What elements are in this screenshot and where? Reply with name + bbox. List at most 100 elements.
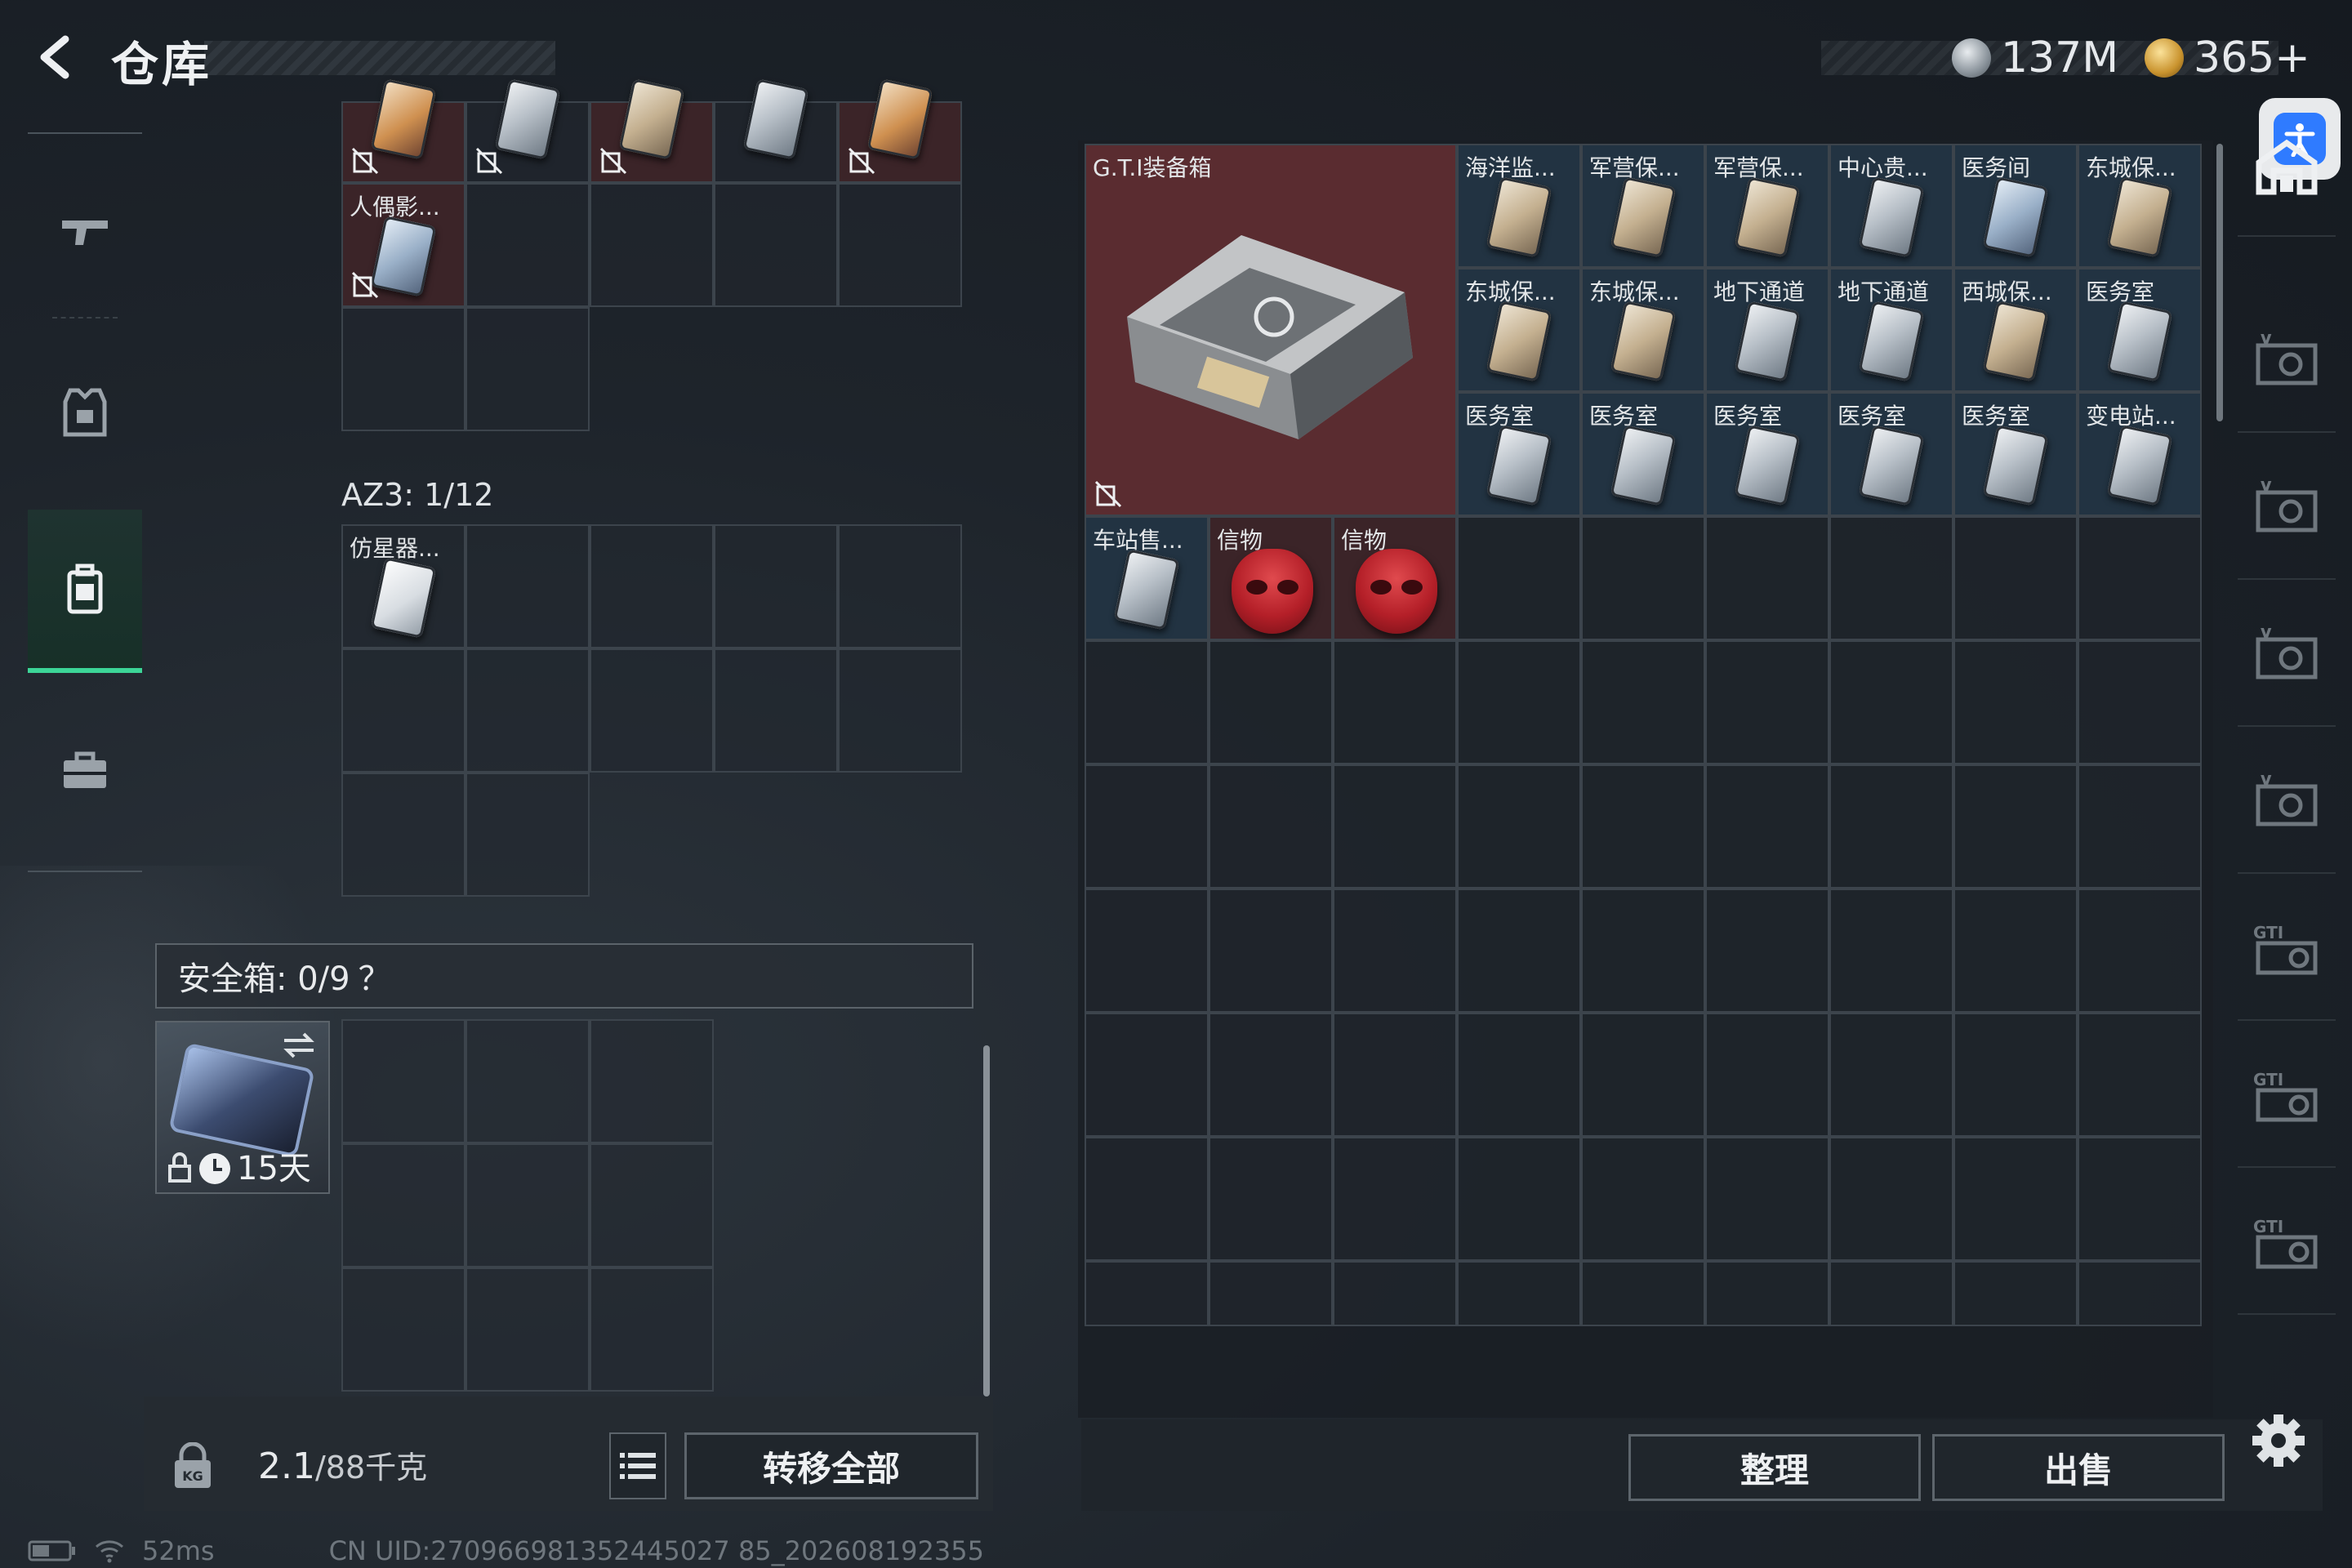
empty-slot[interactable] — [1705, 1013, 1829, 1137]
empty-slot[interactable] — [1333, 1137, 1457, 1261]
empty-slot[interactable] — [590, 183, 714, 307]
container-1-item[interactable] — [838, 78, 962, 183]
stash-item[interactable]: 中心贵... — [1829, 144, 1953, 268]
safe-box-slot[interactable] — [341, 1267, 466, 1392]
stash-item[interactable]: 海洋监... — [1457, 144, 1581, 268]
empty-slot[interactable] — [714, 524, 838, 648]
empty-slot[interactable] — [1953, 516, 2078, 640]
safe-box-item[interactable]: 15天 — [155, 1021, 330, 1194]
empty-slot[interactable] — [1209, 764, 1333, 889]
empty-slot[interactable] — [2078, 1261, 2202, 1326]
empty-slot[interactable] — [714, 648, 838, 773]
stash-item[interactable]: 医务室 — [1829, 392, 1953, 516]
empty-slot[interactable] — [1829, 1013, 1953, 1137]
stash-tab-7[interactable]: GTI — [2238, 1029, 2336, 1168]
empty-slot[interactable] — [1333, 1013, 1457, 1137]
stash-item[interactable]: 信物 — [1333, 516, 1457, 640]
nav-weapons[interactable] — [28, 150, 142, 314]
stash-item[interactable]: 东城保... — [1581, 268, 1705, 392]
empty-slot[interactable] — [1705, 640, 1829, 764]
container-1-item[interactable] — [714, 78, 838, 183]
stash-item[interactable]: 医务室 — [1457, 392, 1581, 516]
safe-box-slot[interactable] — [341, 1019, 466, 1143]
empty-slot[interactable] — [1085, 1013, 1209, 1137]
stash-item[interactable]: 变电站... — [2078, 392, 2202, 516]
empty-slot[interactable] — [1705, 1137, 1829, 1261]
empty-slot[interactable] — [1581, 1013, 1705, 1137]
empty-slot[interactable] — [1829, 1137, 1953, 1261]
stash-tab-6[interactable]: GTI — [2238, 882, 2336, 1021]
nav-backpack[interactable] — [28, 510, 142, 673]
empty-slot[interactable] — [1581, 764, 1705, 889]
empty-slot[interactable] — [466, 648, 590, 773]
empty-slot[interactable] — [590, 648, 714, 773]
stash-item[interactable]: 医务室 — [1953, 392, 2078, 516]
empty-slot[interactable] — [341, 648, 466, 773]
stash-item[interactable]: 医务室 — [1705, 392, 1829, 516]
empty-slot[interactable] — [1085, 1261, 1209, 1326]
empty-slot[interactable] — [838, 648, 962, 773]
empty-slot[interactable] — [1705, 516, 1829, 640]
empty-slot[interactable] — [1953, 1261, 2078, 1326]
empty-slot[interactable] — [341, 773, 466, 897]
nav-armor[interactable] — [28, 330, 142, 493]
stash-tab-5[interactable]: V — [2238, 735, 2336, 874]
empty-slot[interactable] — [1581, 1261, 1705, 1326]
empty-slot[interactable] — [1581, 640, 1705, 764]
list-view-button[interactable] — [609, 1432, 666, 1499]
stash-tab-3[interactable]: V — [2238, 441, 2336, 580]
empty-slot[interactable] — [1705, 1261, 1829, 1326]
sell-button[interactable]: 出售 — [1932, 1434, 2225, 1501]
currency-2[interactable]: 365+ — [2145, 29, 2310, 87]
empty-slot[interactable] — [1333, 640, 1457, 764]
swap-icon[interactable] — [281, 1031, 317, 1060]
container-2-item[interactable]: 仿星器... — [341, 524, 466, 648]
empty-slot[interactable] — [1829, 889, 1953, 1013]
stash-item[interactable]: 西城保... — [1953, 268, 2078, 392]
stash-tab-1[interactable] — [2238, 98, 2336, 237]
empty-slot[interactable] — [1457, 764, 1581, 889]
safe-box-slot[interactable] — [466, 1267, 590, 1392]
container-1-item[interactable] — [590, 78, 714, 183]
empty-slot[interactable] — [1953, 1013, 2078, 1137]
safe-box-slot[interactable] — [590, 1143, 714, 1267]
empty-slot[interactable] — [466, 307, 590, 431]
empty-slot[interactable] — [1953, 889, 2078, 1013]
empty-slot[interactable] — [2078, 1137, 2202, 1261]
empty-slot[interactable] — [838, 524, 962, 648]
left-scrollbar[interactable] — [983, 1045, 990, 1396]
stash-tab-8[interactable]: GTI — [2238, 1176, 2336, 1315]
safe-box-slot[interactable] — [466, 1143, 590, 1267]
stash-item[interactable]: 医务间 — [1953, 144, 2078, 268]
sort-button[interactable]: 整理 — [1628, 1434, 1921, 1501]
empty-slot[interactable] — [1705, 889, 1829, 1013]
empty-slot[interactable] — [2078, 764, 2202, 889]
empty-slot[interactable] — [1333, 764, 1457, 889]
safe-box-slot[interactable] — [341, 1143, 466, 1267]
stash-item[interactable]: 东城保... — [1457, 268, 1581, 392]
empty-slot[interactable] — [1333, 1261, 1457, 1326]
stash-tab-4[interactable]: V — [2238, 588, 2336, 727]
safe-box-help[interactable]: ？ — [359, 952, 391, 1000]
empty-slot[interactable] — [2078, 640, 2202, 764]
safe-box-slot[interactable] — [466, 1019, 590, 1143]
container-1-item[interactable] — [466, 78, 590, 183]
empty-slot[interactable] — [1209, 640, 1333, 764]
empty-slot[interactable] — [1457, 889, 1581, 1013]
safe-box-slot[interactable] — [590, 1019, 714, 1143]
empty-slot[interactable] — [1953, 1137, 2078, 1261]
empty-slot[interactable] — [1209, 1013, 1333, 1137]
empty-slot[interactable] — [466, 183, 590, 307]
empty-slot[interactable] — [590, 524, 714, 648]
container-1-item[interactable]: 人偶影... — [341, 183, 466, 307]
empty-slot[interactable] — [1085, 889, 1209, 1013]
empty-slot[interactable] — [1829, 1261, 1953, 1326]
empty-slot[interactable] — [1581, 516, 1705, 640]
empty-slot[interactable] — [1457, 516, 1581, 640]
nav-case[interactable] — [28, 689, 142, 853]
empty-slot[interactable] — [466, 524, 590, 648]
empty-slot[interactable] — [1581, 889, 1705, 1013]
empty-slot[interactable] — [2078, 889, 2202, 1013]
weight-lock-icon[interactable]: KG — [168, 1441, 217, 1491]
empty-slot[interactable] — [838, 183, 962, 307]
